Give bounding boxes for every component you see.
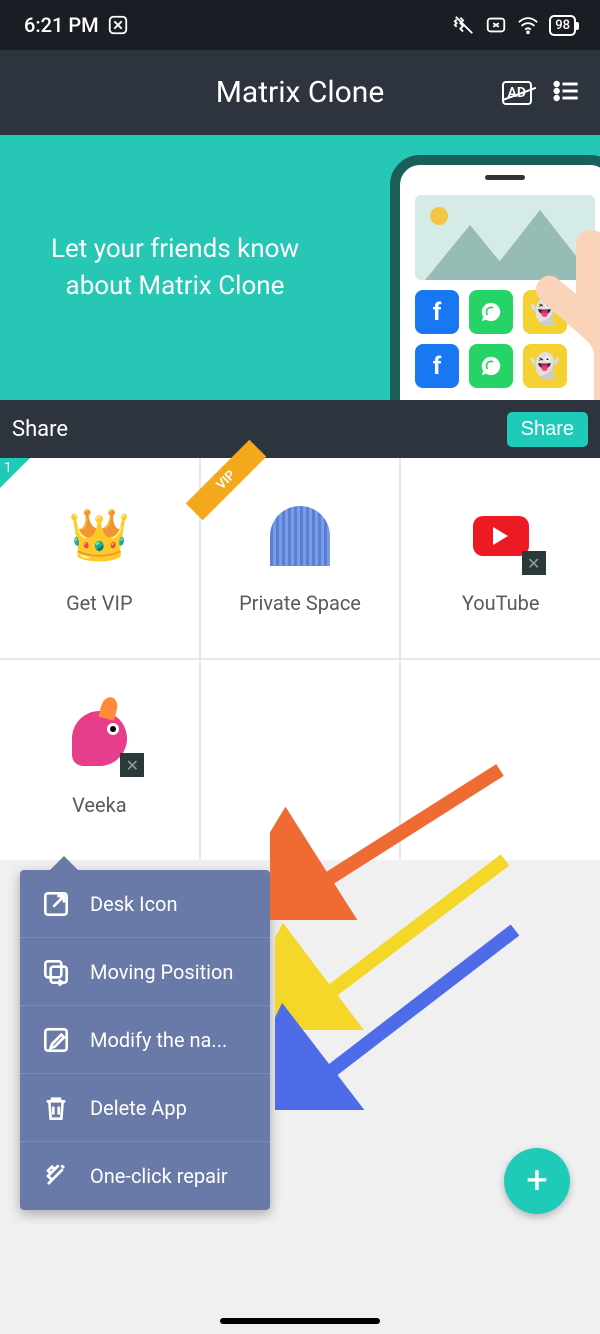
tile-label: YouTube <box>462 591 540 615</box>
share-label: Share <box>12 417 68 442</box>
share-button[interactable]: Share <box>507 412 588 447</box>
arrow-blue <box>275 920 525 1110</box>
tile-empty <box>201 660 400 860</box>
app-grid: 1 👑 Get VIP VIP Private Space ✕ YouTube … <box>0 458 600 860</box>
home-indicator[interactable] <box>220 1318 380 1324</box>
tile-label: Veeka <box>72 793 127 817</box>
promo-banner[interactable]: Let your friends know about Matrix Clone… <box>0 135 600 400</box>
context-menu: Desk Icon Moving Position Modify the na.… <box>20 870 270 1210</box>
tile-veeka[interactable]: ✕ Veeka <box>0 660 199 860</box>
banner-text: Let your friends know about Matrix Clone <box>35 231 315 304</box>
status-bar: 6:21 PM 98 <box>0 0 600 50</box>
tile-label: Get VIP <box>66 591 133 615</box>
tile-empty <box>401 660 600 860</box>
tile-youtube[interactable]: ✕ YouTube <box>401 458 600 658</box>
arrow-yellow <box>275 850 515 1030</box>
status-time: 6:21 PM <box>24 13 99 37</box>
tile-label: Private Space <box>239 591 361 615</box>
vibrate-icon <box>453 14 475 36</box>
tile-private-space[interactable]: VIP Private Space <box>201 458 400 658</box>
add-fab[interactable]: + <box>504 1148 570 1214</box>
youtube-icon: ✕ <box>466 501 536 571</box>
app-header: Matrix Clone AD <box>0 50 600 135</box>
menu-modify-name[interactable]: Modify the na... <box>20 1006 270 1074</box>
remove-badge-icon[interactable]: ✕ <box>120 753 144 777</box>
badge-number: 1 <box>0 458 30 488</box>
battery-indicator: 98 <box>549 15 576 36</box>
app-status-icon <box>107 14 129 36</box>
crown-icon: 👑 <box>64 501 134 571</box>
menu-list-icon[interactable] <box>552 77 580 109</box>
private-space-icon <box>265 501 335 571</box>
ad-badge[interactable]: AD <box>502 81 532 105</box>
menu-desk-icon[interactable]: Desk Icon <box>20 870 270 938</box>
menu-delete-app[interactable]: Delete App <box>20 1074 270 1142</box>
app-title: Matrix Clone <box>216 75 385 110</box>
veeka-icon: ✕ <box>64 703 134 773</box>
tile-get-vip[interactable]: 1 👑 Get VIP <box>0 458 199 658</box>
close-box-icon <box>485 14 507 36</box>
menu-one-click-repair[interactable]: One-click repair <box>20 1142 270 1210</box>
hand-graphic <box>450 210 600 400</box>
menu-moving-position[interactable]: Moving Position <box>20 938 270 1006</box>
wifi-icon <box>517 14 539 36</box>
remove-badge-icon[interactable]: ✕ <box>522 551 546 575</box>
share-bar: Share Share <box>0 400 600 458</box>
